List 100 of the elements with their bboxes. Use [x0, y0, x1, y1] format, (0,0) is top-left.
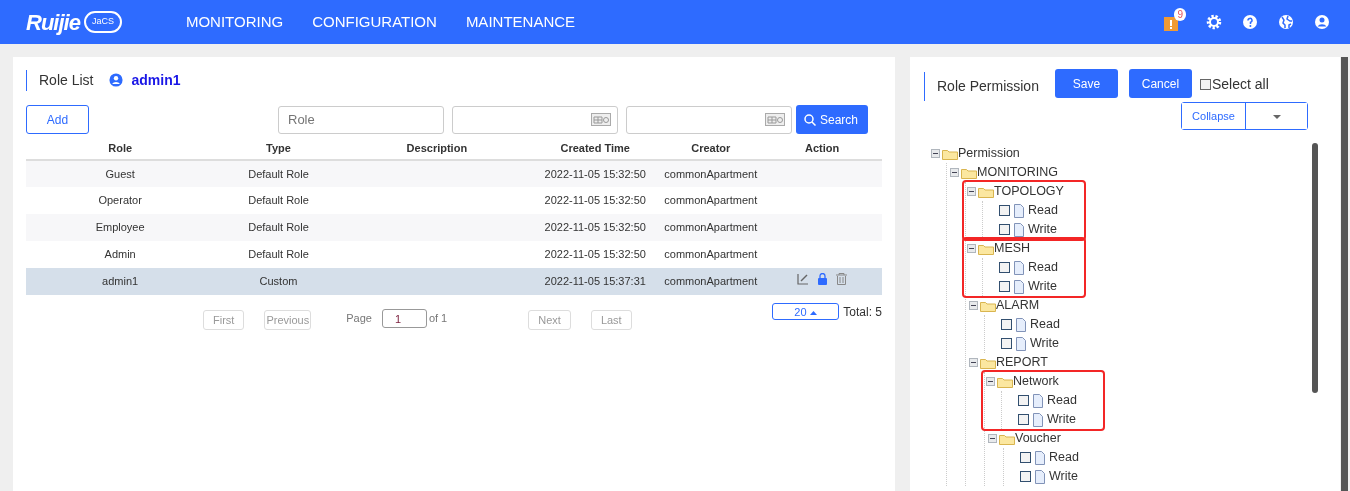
table-cell: commonApartment: [664, 194, 758, 207]
lock-icon[interactable]: [817, 273, 829, 286]
column-header: Created Time: [560, 142, 630, 155]
page-field[interactable]: 1: [381, 309, 427, 328]
date-field[interactable]: [626, 105, 792, 134]
collapse-icon[interactable]: [966, 243, 977, 254]
tree-leaf[interactable]: Write: [1049, 467, 1078, 486]
table-cell: commonApartment: [664, 275, 758, 288]
folder-icon: [961, 166, 977, 179]
tree-leaf[interactable]: Read: [1047, 391, 1077, 410]
table-cell: Custom: [259, 275, 298, 288]
user-icon[interactable]: [1314, 14, 1330, 30]
search-button[interactable]: Search: [796, 105, 868, 134]
table-cell: Guest: [105, 167, 135, 180]
panel-title: Role Permission: [924, 72, 1039, 101]
tree-leaf[interactable]: Write: [1030, 334, 1059, 353]
tree-node[interactable]: MONITORING: [977, 163, 1059, 182]
role-field[interactable]: Role: [278, 105, 444, 134]
collapse-button[interactable]: Collapse: [1182, 103, 1246, 129]
tree-node[interactable]: REPORT: [996, 353, 1048, 372]
help-icon[interactable]: [1242, 14, 1258, 30]
column-header: Type: [266, 142, 291, 155]
menu-link[interactable]: MAINTENANCE: [465, 10, 576, 34]
file-icon: [1013, 279, 1025, 294]
tree-leaf[interactable]: Write: [1028, 277, 1057, 296]
table-cell: Default Role: [248, 167, 309, 180]
checkbox[interactable]: [999, 262, 1010, 273]
collapse-icon[interactable]: [985, 376, 996, 387]
search-icon: [804, 113, 816, 126]
checkbox[interactable]: [1020, 471, 1031, 482]
tree-node[interactable]: Network: [1013, 372, 1059, 391]
cancel-button[interactable]: Cancel: [1128, 69, 1192, 98]
checkbox[interactable]: [999, 224, 1010, 235]
file-icon: [1015, 336, 1027, 351]
calendar-icon: [765, 113, 785, 126]
tree-node[interactable]: Voucher: [1015, 429, 1061, 448]
collapse-icon[interactable]: [966, 186, 977, 197]
table-cell: commonApartment: [664, 248, 758, 261]
table-cell: commonApartment: [664, 221, 758, 234]
folder-icon: [980, 299, 996, 312]
column-header: Creator: [691, 142, 731, 155]
folder-icon: [980, 356, 996, 369]
user-name: admin1: [131, 70, 181, 90]
logo-text: Ruijie: [26, 8, 80, 37]
folder-icon: [999, 432, 1015, 445]
add-button[interactable]: Add: [26, 105, 89, 134]
checkbox[interactable]: [1020, 452, 1031, 463]
menu-link[interactable]: MONITORING: [185, 10, 284, 34]
calendar-icon: [591, 113, 611, 126]
date-field[interactable]: [452, 105, 618, 134]
collapse-icon[interactable]: [930, 148, 941, 159]
checkbox[interactable]: [1001, 338, 1012, 349]
checkbox[interactable]: [999, 281, 1010, 292]
collapse-icon[interactable]: [968, 357, 979, 368]
tree-leaf[interactable]: Read: [1030, 315, 1060, 334]
table-cell: Employee: [95, 221, 145, 234]
checkbox[interactable]: [1018, 414, 1029, 425]
tree-node[interactable]: TOPOLOGY: [994, 182, 1064, 201]
select-all-checkbox[interactable]: Select all: [1199, 74, 1269, 95]
alert-icon[interactable]: [1163, 14, 1180, 30]
globe-icon[interactable]: [1278, 14, 1294, 30]
folder-icon: [978, 242, 994, 255]
column-header: Action: [804, 142, 840, 155]
collapse-icon[interactable]: [949, 167, 960, 178]
user-icon: [109, 73, 124, 87]
scrollbar[interactable]: [1312, 143, 1318, 393]
caret-icon: [809, 311, 817, 316]
file-icon: [1032, 393, 1044, 408]
tree-leaf[interactable]: Read: [1028, 258, 1058, 277]
page-size-dropdown[interactable]: 20: [771, 303, 840, 320]
collapse-icon[interactable]: [987, 433, 998, 444]
settings-icon[interactable]: [1206, 14, 1222, 30]
checkbox[interactable]: [1001, 319, 1012, 330]
scrollbar[interactable]: [1341, 57, 1348, 491]
checkbox[interactable]: [999, 205, 1010, 216]
column-header: Role: [108, 142, 133, 155]
tree-node[interactable]: MESH: [994, 239, 1031, 258]
file-icon: [1013, 203, 1025, 218]
tree-leaf[interactable]: Read: [1028, 201, 1058, 220]
checkbox[interactable]: [1018, 395, 1029, 406]
tree-leaf[interactable]: Write: [1047, 410, 1076, 429]
trash-icon[interactable]: [836, 273, 848, 286]
file-icon: [1015, 317, 1027, 332]
tree-node[interactable]: ALARM: [996, 296, 1040, 315]
table-cell: Default Role: [248, 194, 309, 207]
collapse-icon[interactable]: [968, 300, 979, 311]
column-header: Description: [406, 142, 468, 155]
table-cell: 2022-11-05 15:32:50: [544, 194, 646, 207]
tree-node[interactable]: Permission: [958, 144, 1020, 163]
tree-leaf[interactable]: Read: [1049, 448, 1079, 467]
file-icon: [1013, 260, 1025, 275]
panel-title: Role List: [26, 69, 94, 91]
tree-leaf[interactable]: Write: [1028, 220, 1057, 239]
folder-icon: [978, 185, 994, 198]
table-cell: 2022-11-05 15:32:50: [544, 221, 646, 234]
edit-icon[interactable]: [797, 273, 810, 286]
page-count: of 1: [428, 311, 448, 326]
caret-icon: [1272, 114, 1281, 119]
save-button[interactable]: Save: [1054, 69, 1118, 98]
menu-link[interactable]: CONFIGURATION: [312, 10, 437, 34]
